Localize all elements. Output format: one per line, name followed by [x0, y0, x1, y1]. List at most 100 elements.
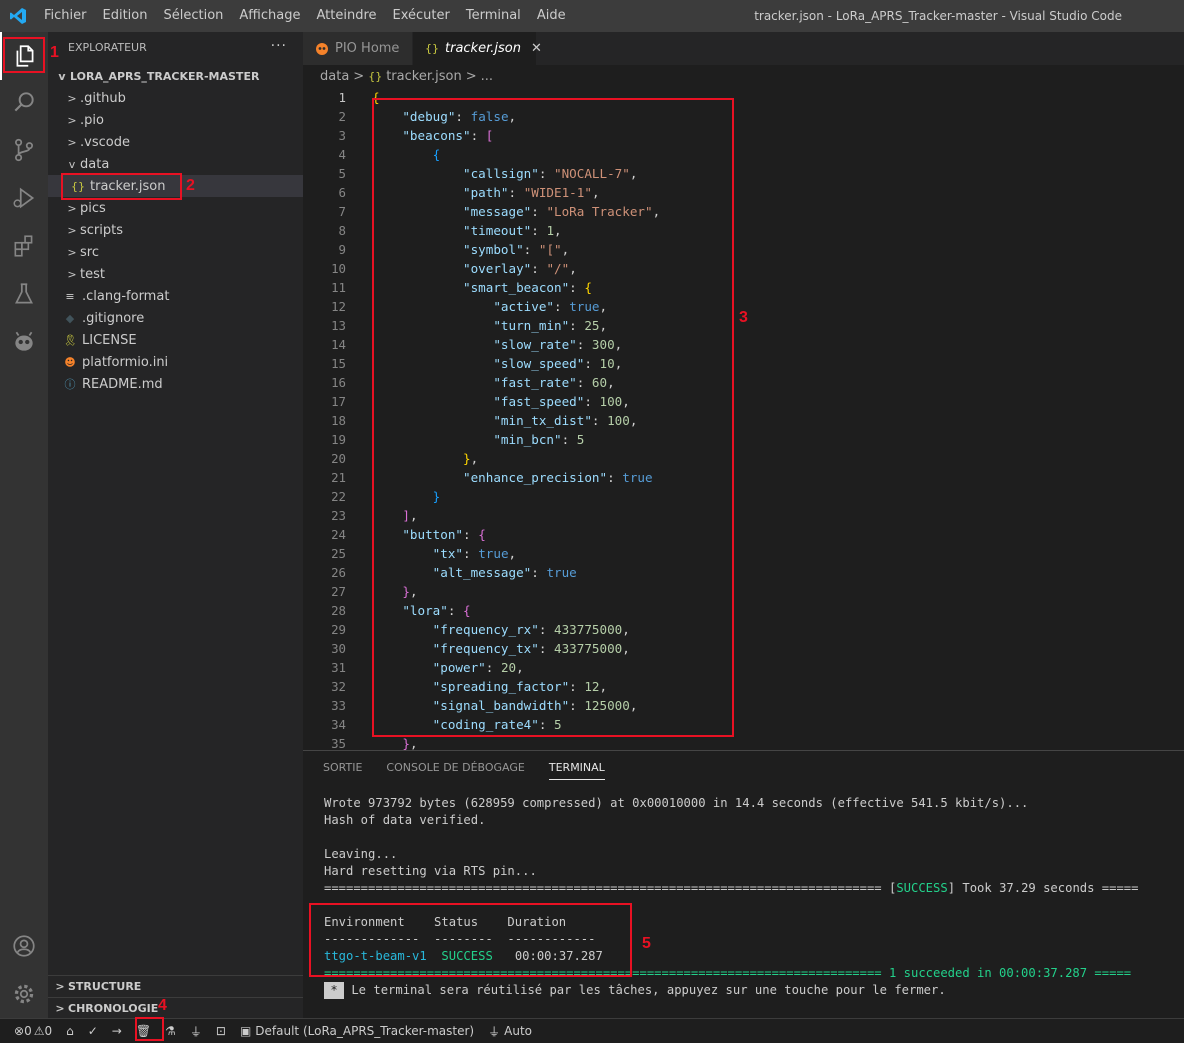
tree-item-gitignore[interactable]: ◆ .gitignore [48, 307, 303, 329]
menu-aide[interactable]: Aide [529, 0, 574, 32]
project-folder-header[interactable]: v LORA_APRS_TRACKER-MASTER [48, 65, 303, 87]
code-line[interactable]: 3 "beacons": [ [303, 126, 1184, 145]
tab-pio-home[interactable]: PIO Home [303, 32, 413, 65]
menu-terminal[interactable]: Terminal [458, 0, 529, 32]
pio-terminal-button[interactable]: ⊡ [209, 1020, 233, 1042]
tree-item-src[interactable]: > src [48, 241, 303, 263]
tree-item-clang-format[interactable]: ≡ .clang-format [48, 285, 303, 307]
code-line[interactable]: 14 "slow_rate": 300, [303, 335, 1184, 354]
breadcrumb-file[interactable]: tracker.json [386, 69, 461, 84]
code-line[interactable]: 27 }, [303, 582, 1184, 601]
code-line[interactable]: 16 "fast_rate": 60, [303, 373, 1184, 392]
breadcrumb-folder[interactable]: data [320, 69, 349, 84]
pio-icon [316, 42, 328, 55]
menu-executer[interactable]: Exécuter [385, 0, 458, 32]
pio-port-switcher[interactable]: ⏚ Auto [481, 1020, 539, 1042]
code-line[interactable]: 10 "overlay": "/", [303, 259, 1184, 278]
code-text: }, [402, 736, 418, 750]
code-text: } [432, 489, 441, 504]
code-line[interactable]: 7 "message": "LoRa Tracker", [303, 202, 1184, 221]
tree-item-license[interactable]: 🎗 LICENSE [48, 329, 303, 351]
code-line[interactable]: 6 "path": "WIDE1-1", [303, 183, 1184, 202]
pio-build-button[interactable]: ✓ [81, 1020, 105, 1042]
code-line[interactable]: 2 "debug": false, [303, 107, 1184, 126]
code-line[interactable]: 28 "lora": { [303, 601, 1184, 620]
platformio-alien-icon[interactable] [0, 318, 48, 366]
code-line[interactable]: 31 "power": 20, [303, 658, 1184, 677]
code-line[interactable]: 4 { [303, 145, 1184, 164]
close-icon[interactable]: ✕ [531, 41, 542, 56]
code-text: "power": 20, [432, 660, 524, 675]
code-line[interactable]: 22 } [303, 487, 1184, 506]
warning-icon: ⚠ [33, 1024, 45, 1038]
explorer-icon[interactable] [0, 32, 48, 80]
terminal-line-wrote: Wrote 973792 bytes (628959 compressed) a… [324, 796, 1029, 810]
tree-item-readme[interactable]: ⓘ README.md [48, 373, 303, 395]
code-line[interactable]: 26 "alt_message": true [303, 563, 1184, 582]
source-control-icon[interactable] [0, 126, 48, 174]
more-actions-icon[interactable]: ··· [271, 38, 287, 54]
code-line[interactable]: 20 }, [303, 449, 1184, 468]
code-line[interactable]: 11 "smart_beacon": { [303, 278, 1184, 297]
code-line[interactable]: 33 "signal_bandwidth": 125000, [303, 696, 1184, 715]
code-editor[interactable]: 1{2 "debug": false, 3 "beacons": [4 {5 "c… [303, 87, 1184, 750]
tree-item-test[interactable]: > test [48, 263, 303, 285]
code-line[interactable]: 30 "frequency_tx": 433775000, [303, 639, 1184, 658]
menu-edition[interactable]: Edition [95, 0, 156, 32]
code-line[interactable]: 18 "min_tx_dist": 100, [303, 411, 1184, 430]
menu-affichage[interactable]: Affichage [231, 0, 308, 32]
settings-gear-icon[interactable] [0, 970, 48, 1018]
testing-flask-icon[interactable] [0, 270, 48, 318]
pio-upload-button[interactable]: → [105, 1020, 129, 1042]
code-line[interactable]: 21 "enhance_precision": true [303, 468, 1184, 487]
pio-env-switcher[interactable]: ▣ Default (LoRa_APRS_Tracker-master) [233, 1020, 481, 1042]
code-line[interactable]: 25 "tx": true, [303, 544, 1184, 563]
tree-item-data[interactable]: v data [48, 153, 303, 175]
code-line[interactable]: 17 "fast_speed": 100, [303, 392, 1184, 411]
pio-monitor-button[interactable]: ⏚ [183, 1020, 209, 1042]
code-line[interactable]: 5 "callsign": "NOCALL-7", [303, 164, 1184, 183]
code-line[interactable]: 19 "min_bcn": 5 [303, 430, 1184, 449]
menu-atteindre[interactable]: Atteindre [308, 0, 384, 32]
tree-item-pics[interactable]: > pics [48, 197, 303, 219]
tree-item-pio[interactable]: > .pio [48, 109, 303, 131]
code-line[interactable]: 23 ], [303, 506, 1184, 525]
code-line[interactable]: 32 "spreading_factor": 12, [303, 677, 1184, 696]
tab-terminal[interactable]: TERMINAL [548, 761, 605, 780]
breadcrumb-more[interactable]: ... [481, 69, 493, 84]
chronologie-section[interactable]: > CHRONOLOGIE [48, 997, 303, 1019]
structure-section[interactable]: > STRUCTURE [48, 975, 303, 997]
code-line[interactable]: 1{ [303, 88, 1184, 107]
problems-indicator[interactable]: ⊗ 0 ⚠ 0 [0, 1020, 59, 1042]
code-line[interactable]: 34 "coding_rate4": 5 [303, 715, 1184, 734]
tree-item-github[interactable]: > .github [48, 87, 303, 109]
code-line[interactable]: 24 "button": { [303, 525, 1184, 544]
annotation-label-5: 5 [642, 935, 651, 952]
pio-home-button[interactable]: ⌂ [59, 1020, 81, 1042]
tab-tracker-json[interactable]: {} tracker.json ✕ [413, 32, 542, 65]
tab-console-debogage[interactable]: CONSOLE DE DÉBOGAGE [386, 761, 524, 780]
tree-item-scripts[interactable]: > scripts [48, 219, 303, 241]
code-line[interactable]: 8 "timeout": 1, [303, 221, 1184, 240]
run-debug-icon[interactable] [0, 174, 48, 222]
code-text: "fast_rate": 60, [493, 375, 615, 390]
tree-item-platformio-ini[interactable]: ☻ platformio.ini [48, 351, 303, 373]
search-icon[interactable] [0, 78, 48, 126]
extensions-icon[interactable] [0, 222, 48, 270]
status-bar: ⊗ 0 ⚠ 0 ⌂ ✓ → 🗑 ⚗ ⏚ ⊡ ▣ Default (LoRa_APRS_… [0, 1018, 1184, 1043]
line-number: 25 [331, 546, 346, 561]
menu-selection[interactable]: Sélection [155, 0, 231, 32]
tree-item-vscode[interactable]: > .vscode [48, 131, 303, 153]
tree-item-tracker-json[interactable]: {} tracker.json [48, 175, 303, 197]
annotation-label-4: 4 [158, 997, 167, 1014]
account-icon[interactable] [0, 922, 48, 970]
code-line[interactable]: 15 "slow_speed": 10, [303, 354, 1184, 373]
pio-test-button[interactable]: ⚗ [158, 1020, 183, 1042]
tab-sortie[interactable]: SORTIE [323, 761, 362, 780]
menu-fichier[interactable]: Fichier [36, 0, 95, 32]
code-line[interactable]: 9 "symbol": "[", [303, 240, 1184, 259]
code-text: "slow_rate": 300, [493, 337, 623, 352]
code-line[interactable]: 35 }, [303, 734, 1184, 750]
pio-clean-button[interactable]: 🗑 [129, 1020, 158, 1042]
code-line[interactable]: 29 "frequency_rx": 433775000, [303, 620, 1184, 639]
